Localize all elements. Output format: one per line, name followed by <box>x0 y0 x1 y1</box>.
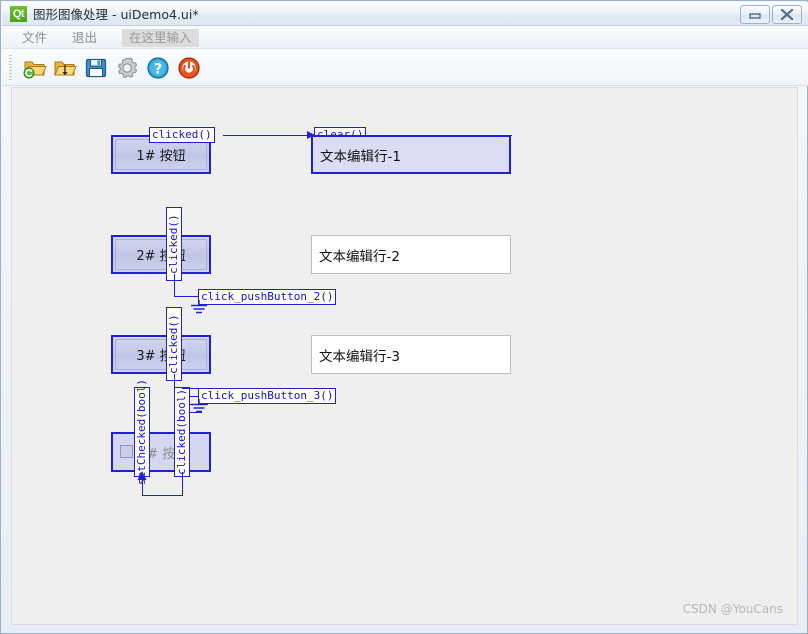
signal-label-clicked-3[interactable]: clicked() <box>166 307 182 381</box>
save-disk-icon[interactable] <box>84 56 108 80</box>
watermark-text: CSDN @YouCans <box>683 602 783 616</box>
line-edit-1-text: 文本编辑行-1 <box>320 145 401 165</box>
slot-label-setchecked-4[interactable]: setChecked(bool) <box>134 387 150 477</box>
close-button[interactable] <box>772 5 802 24</box>
line-edit-1[interactable]: 文本编辑行-1 <box>311 135 511 174</box>
connection-wire-2a <box>174 274 175 296</box>
save-folder-icon[interactable] <box>53 56 77 80</box>
connection-wire-3d <box>190 404 208 405</box>
qt-logo-icon: Qt <box>10 6 27 22</box>
power-exit-icon[interactable] <box>177 56 201 80</box>
push-button-3-label: 3# 按钮 <box>115 339 207 370</box>
line-edit-3-text: 文本编辑行-3 <box>319 345 400 365</box>
connection-wire-2b <box>174 296 199 297</box>
minimize-button[interactable] <box>740 5 770 24</box>
line-edit-2-text: 文本编辑行-2 <box>319 245 400 265</box>
tool-bar: ? <box>2 49 808 86</box>
main-window-frame: Qt 图形图像处理 - uiDemo4.ui* 文件 退出 在这里输入 <box>0 0 808 634</box>
check-box-4-indicator[interactable] <box>120 445 133 458</box>
connection-arrow-4 <box>137 471 149 483</box>
connection-wire-3e <box>190 412 202 413</box>
connection-wire-1 <box>223 135 312 136</box>
title-bar[interactable]: Qt 图形图像处理 - uiDemo4.ui* <box>2 2 808 26</box>
help-question-icon[interactable]: ? <box>146 56 170 80</box>
push-button-3[interactable]: 3# 按钮 <box>111 335 211 374</box>
open-folder-icon[interactable] <box>23 56 47 80</box>
line-edit-3[interactable]: 文本编辑行-3 <box>311 335 511 374</box>
window-title: 图形图像处理 - uiDemo4.ui* <box>33 6 199 23</box>
check-box-4[interactable]: 4# 按钮 <box>111 432 211 472</box>
connection-wire-4b <box>142 495 183 496</box>
signal-label-clicked-2[interactable]: clicked() <box>166 207 182 281</box>
push-button-1-label: 1# 按钮 <box>115 139 207 170</box>
push-button-2[interactable]: 2# 按钮 <box>111 235 211 274</box>
slot-label-click-pushbutton-2[interactable]: click_pushButton_2() <box>198 289 336 305</box>
svg-text:?: ? <box>154 61 162 77</box>
close-icon <box>773 6 801 23</box>
connection-wire-4a <box>182 472 183 495</box>
line-edit-2[interactable]: 文本编辑行-2 <box>311 235 511 274</box>
application-window: Qt 图形图像处理 - uiDemo4.ui* 文件 退出 在这里输入 <box>0 0 808 634</box>
toolbar-grip[interactable] <box>9 55 12 80</box>
menu-bar: 文件 退出 在这里输入 <box>2 26 808 49</box>
connection-wire-3c <box>182 388 200 389</box>
slot-label-click-pushbutton-3[interactable]: click_pushButton_3() <box>198 388 336 404</box>
menu-type-here[interactable]: 在这里输入 <box>122 29 199 47</box>
menu-file[interactable]: 文件 <box>15 29 54 47</box>
form-canvas[interactable]: 1# 按钮 clicked() clear() 文本编辑行-1 2# 按钮 cl… <box>11 87 798 625</box>
settings-gear-icon[interactable] <box>115 56 139 80</box>
signal-label-clicked-1[interactable]: clicked() <box>149 127 215 143</box>
minimize-icon <box>741 6 769 23</box>
push-button-2-label: 2# 按钮 <box>115 239 207 270</box>
ground-symbol-2 <box>185 300 213 316</box>
menu-exit[interactable]: 退出 <box>65 29 104 47</box>
signal-label-clicked-4[interactable]: clicked(bool) <box>174 387 190 477</box>
